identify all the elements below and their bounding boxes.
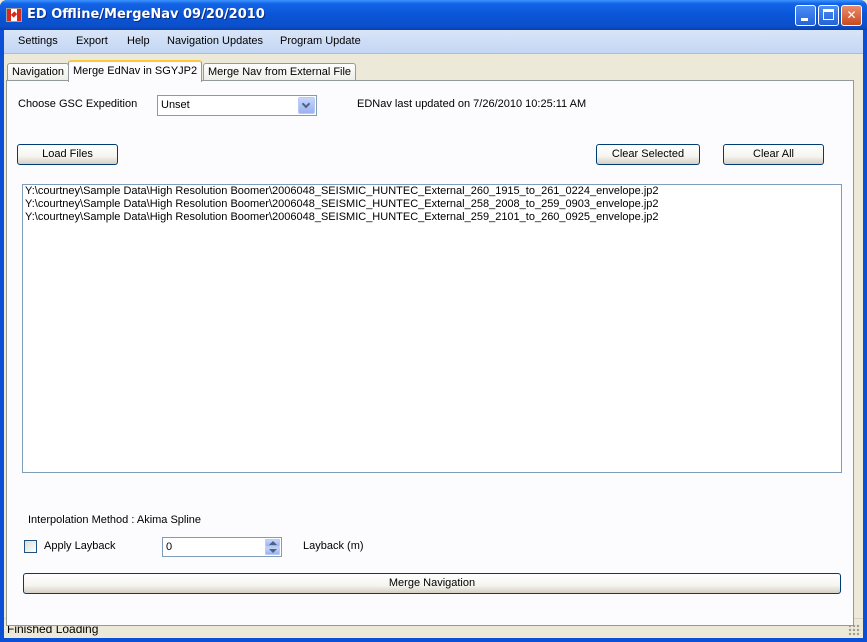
apply-layback-label[interactable]: Apply Layback: [44, 540, 116, 552]
menu-program-update[interactable]: Program Update: [280, 35, 361, 47]
tab-merge-ednav[interactable]: Merge EdNav in SGYJP2: [68, 60, 203, 82]
menu-export[interactable]: Export: [76, 35, 108, 47]
file-list[interactable]: Y:\courtney\Sample Data\High Resolution …: [22, 184, 842, 473]
minimize-button[interactable]: [795, 5, 816, 26]
app-window: ED Offline/MergeNav 09/20/2010 ✕ Setting…: [0, 0, 867, 642]
ednav-status-text: EDNav last updated on 7/26/2010 10:25:11…: [357, 98, 587, 110]
arrow-up-icon: [269, 541, 277, 545]
arrow-down-icon: [269, 549, 277, 553]
window-title: ED Offline/MergeNav 09/20/2010: [27, 7, 265, 22]
list-item[interactable]: Y:\courtney\Sample Data\High Resolution …: [23, 198, 841, 211]
layback-value: 0: [166, 541, 173, 553]
apply-layback-checkbox[interactable]: [24, 540, 37, 553]
layback-unit-label: Layback (m): [303, 540, 364, 552]
spin-up-button[interactable]: [265, 539, 280, 547]
clear-all-button[interactable]: Clear All: [723, 144, 824, 165]
minimize-icon: [801, 18, 808, 21]
interpolation-label: Interpolation Method : Akima Spline: [28, 514, 202, 526]
load-files-button[interactable]: Load Files: [17, 144, 118, 165]
menu-bar: Settings Export Help Navigation Updates …: [4, 30, 863, 54]
list-item[interactable]: Y:\courtney\Sample Data\High Resolution …: [23, 211, 841, 224]
clear-selected-button[interactable]: Clear Selected: [596, 144, 700, 165]
close-icon: ✕: [846, 8, 857, 22]
client-area: Settings Export Help Navigation Updates …: [4, 30, 863, 638]
canada-flag-icon: [6, 8, 22, 22]
layback-spinner[interactable]: 0: [162, 537, 282, 557]
menu-navigation-updates[interactable]: Navigation Updates: [167, 35, 263, 47]
list-item[interactable]: Y:\courtney\Sample Data\High Resolution …: [23, 185, 841, 198]
maximize-button[interactable]: [818, 5, 839, 26]
title-bar[interactable]: ED Offline/MergeNav 09/20/2010 ✕: [0, 0, 867, 30]
expedition-select[interactable]: Unset: [157, 95, 317, 116]
spin-down-button[interactable]: [265, 547, 280, 555]
expedition-value: Unset: [161, 99, 190, 111]
menu-help[interactable]: Help: [127, 35, 150, 47]
maximize-icon: [823, 9, 834, 20]
tab-panel: Choose GSC Expedition Unset EDNav last u…: [6, 80, 854, 626]
expedition-label: Choose GSC Expedition: [18, 98, 138, 110]
merge-navigation-button[interactable]: Merge Navigation: [23, 573, 841, 594]
close-button[interactable]: ✕: [841, 5, 862, 26]
menu-settings[interactable]: Settings: [18, 35, 58, 47]
chevron-down-icon: [301, 99, 311, 109]
expedition-dropdown-button[interactable]: [298, 97, 315, 114]
